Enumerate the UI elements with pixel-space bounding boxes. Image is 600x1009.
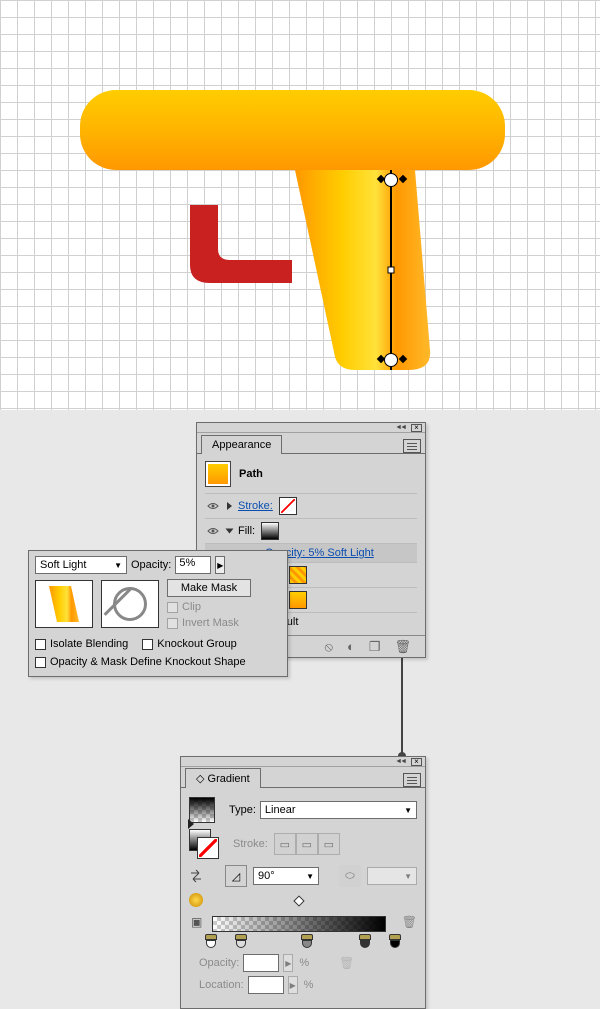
object-thumbnail — [205, 461, 231, 487]
close-icon[interactable]: × — [411, 758, 422, 766]
fill-row[interactable]: Fill: — [205, 518, 417, 543]
tab-row: Appearance — [197, 433, 425, 453]
location-step-icon: ▶ — [288, 976, 298, 994]
aspect-icon: ⬭ — [339, 865, 361, 887]
panel-menu-icon[interactable] — [403, 439, 421, 453]
stroke-align-1-icon: ▭ — [274, 833, 296, 855]
stop-opacity-label: Opacity: — [199, 957, 239, 969]
stop-location-input[interactable] — [248, 976, 284, 994]
tab-appearance[interactable]: Appearance — [201, 435, 282, 454]
stop-trash-icon: 🗑 — [339, 956, 354, 970]
stroke-swatch[interactable] — [279, 497, 297, 515]
angle-value: 90° — [258, 870, 275, 882]
clip-checkbox — [167, 602, 178, 613]
gradient-type-icon[interactable] — [189, 893, 203, 907]
dropdown-icon: ▼ — [404, 806, 412, 815]
angle-icon: ◿ — [225, 865, 247, 887]
mask-define-checkbox[interactable] — [35, 657, 46, 668]
tab-row: ◇ Gradient — [181, 767, 425, 787]
transparency-panel: Soft Light ▼ Opacity: 5% ▶ Make Mask Cli… — [28, 550, 288, 677]
panel-menu-icon[interactable] — [403, 773, 421, 787]
no-mask-icon — [113, 587, 147, 621]
fill-swatch-1[interactable] — [289, 566, 307, 584]
stroke-row[interactable]: Stroke: — [205, 493, 417, 518]
duplicate-icon[interactable]: ❐ — [369, 639, 381, 655]
reverse-icon[interactable] — [189, 869, 203, 883]
gradient-stop-2[interactable] — [235, 934, 247, 946]
knockout-checkbox[interactable] — [142, 639, 153, 650]
aspect-input: ▼ — [367, 867, 417, 885]
opacity-step-icon: ▶ — [283, 954, 293, 972]
type-label: Type: — [229, 804, 256, 816]
fill-swatch-2[interactable] — [289, 591, 307, 609]
canvas[interactable] — [0, 0, 600, 410]
blend-mode-value: Soft Light — [40, 559, 86, 571]
invert-mask-checkbox — [167, 618, 178, 629]
tab-gradient[interactable]: ◇ Gradient — [185, 768, 261, 788]
gradient-stop-1[interactable] — [205, 934, 217, 946]
stroke-box[interactable] — [197, 837, 219, 859]
artwork[interactable] — [60, 55, 530, 385]
expand-icon[interactable] — [227, 502, 232, 510]
type-select[interactable]: Linear ▼ — [260, 801, 417, 819]
stroke-align-2-icon: ▭ — [296, 833, 318, 855]
slider-trash-icon[interactable]: 🗑 — [402, 915, 417, 929]
stop-opacity-input[interactable] — [243, 954, 279, 972]
new-effect-icon[interactable]: ◐ — [347, 639, 355, 654]
collapse-arrows-icon[interactable]: ◄◄ — [395, 424, 405, 431]
type-value: Linear — [265, 804, 296, 816]
invert-mask-label: Invert Mask — [182, 617, 239, 629]
isolate-label: Isolate Blending — [50, 638, 128, 650]
mask-thumb[interactable] — [101, 580, 159, 628]
stroke-label: Stroke: — [233, 838, 268, 850]
dropdown-icon: ▼ — [114, 561, 122, 570]
object-type-label: Path — [239, 468, 263, 480]
close-icon[interactable]: × — [411, 424, 422, 432]
trash-icon[interactable]: 🗑 — [394, 639, 411, 655]
mask-define-label: Opacity & Mask Define Knockout Shape — [50, 656, 246, 668]
panels-area: ◄◄ × Appearance Path Stroke: Fill: — [0, 410, 600, 1005]
gradient-slider[interactable] — [212, 916, 385, 932]
gradient-panel: ◄◄ × ◇ Gradient Type: Linear ▼ — [180, 756, 426, 1009]
visibility-icon[interactable] — [205, 499, 221, 513]
visibility-icon[interactable] — [205, 524, 221, 538]
collapse-arrows-icon[interactable]: ◄◄ — [395, 758, 405, 765]
artwork-thumb[interactable] — [35, 580, 93, 628]
gradient-preview[interactable] — [189, 797, 215, 823]
stop-location-label: Location: — [199, 979, 244, 991]
gradient-stop-3[interactable] — [301, 934, 313, 946]
opacity-step-icon[interactable]: ▶ — [215, 556, 225, 574]
fill-swatch[interactable] — [261, 522, 279, 540]
dropdown-icon: ▼ — [306, 872, 314, 881]
fill-label: Fill: — [238, 525, 255, 537]
stroke-label[interactable]: Stroke: — [238, 500, 273, 512]
knockout-label: Knockout Group — [157, 638, 237, 650]
expand-icon[interactable] — [226, 529, 234, 534]
isolate-checkbox[interactable] — [35, 639, 46, 650]
slider-left-icon[interactable]: ▣ — [191, 915, 202, 929]
angle-input[interactable]: 90° ▼ — [253, 867, 319, 885]
blend-mode-select[interactable]: Soft Light ▼ — [35, 556, 127, 574]
fill-stroke-selector[interactable] — [189, 829, 219, 859]
panel-topbar: ◄◄ × — [197, 423, 425, 433]
panel-topbar: ◄◄ × — [181, 757, 425, 767]
clip-label: Clip — [182, 601, 201, 613]
opacity-input[interactable]: 5% — [175, 556, 211, 574]
no-icon[interactable]: ⦸ — [324, 639, 332, 655]
opacity-label: Opacity: — [131, 559, 171, 571]
make-mask-button[interactable]: Make Mask — [167, 579, 251, 597]
gradient-stop-5[interactable] — [389, 934, 401, 946]
stroke-align-3-icon: ▭ — [318, 833, 340, 855]
gradient-stop-4[interactable] — [359, 934, 371, 946]
